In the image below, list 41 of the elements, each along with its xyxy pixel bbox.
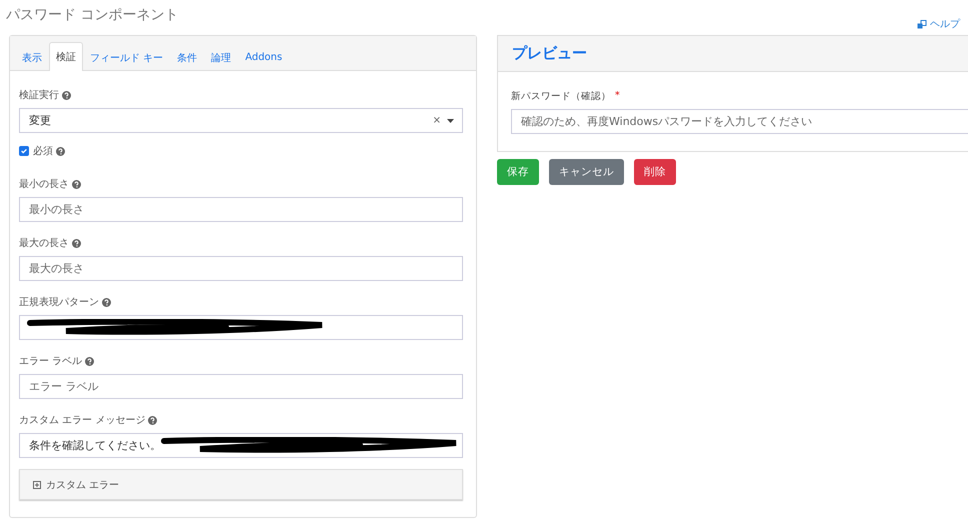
help-icon[interactable] <box>62 90 71 100</box>
help-icon[interactable] <box>85 356 94 366</box>
tab[interactable]: 条件 <box>170 43 204 71</box>
tab[interactable]: フィールド キー <box>83 43 170 71</box>
help-link[interactable]: ヘルプ <box>917 17 960 31</box>
collapsible-header[interactable]: カスタム エラー <box>19 469 463 500</box>
help-icon[interactable] <box>72 238 81 248</box>
save-button[interactable]: 保存 <box>497 159 539 185</box>
field-label: 検証実行 <box>19 88 59 102</box>
field-label: 正規表現パターン <box>19 296 99 309</box>
help-icon[interactable] <box>148 416 158 424</box>
input-field[interactable]: エラー ラベル <box>19 374 463 399</box>
field-label: 新パスワード（確認） <box>511 90 611 103</box>
field-label: 最大の長さ <box>19 236 69 250</box>
select-field[interactable]: 変更 × <box>19 108 463 133</box>
help-icon[interactable] <box>56 146 65 156</box>
input-field[interactable] <box>19 315 463 340</box>
external-window-icon <box>917 20 927 28</box>
required-mark: * <box>615 90 620 103</box>
help-icon[interactable] <box>102 298 111 306</box>
preview-title: プレビュー <box>512 44 587 63</box>
help-icon[interactable] <box>72 180 81 188</box>
input-field[interactable]: 最大の長さ <box>19 256 463 281</box>
page-title: パスワード コンポーネント <box>6 6 178 24</box>
password-field[interactable]: 確認のため、再度Windowsパスワードを入力してください <box>511 109 968 134</box>
tab[interactable]: 検証 <box>49 42 83 71</box>
input-field[interactable]: 最小の長さ <box>19 197 463 222</box>
field-label: カスタム エラー メッセージ <box>19 414 146 427</box>
cancel-button[interactable]: キャンセル <box>549 159 624 185</box>
plus-box-icon <box>33 480 41 488</box>
clear-icon[interactable]: × <box>432 115 441 126</box>
caret-icon[interactable] <box>447 118 454 122</box>
tab[interactable]: 表示 <box>15 43 49 71</box>
field-label: エラー ラベル <box>19 355 82 368</box>
tab[interactable]: 論理 <box>204 43 238 71</box>
delete-button[interactable]: 削除 <box>634 159 676 185</box>
input-field[interactable]: 条件を確認してください。 <box>19 433 463 458</box>
checkbox[interactable] <box>19 146 29 156</box>
field-label: 最小の長さ <box>19 178 69 191</box>
checkbox-label: 必須 <box>33 144 53 158</box>
tab[interactable]: Addons <box>238 43 290 71</box>
